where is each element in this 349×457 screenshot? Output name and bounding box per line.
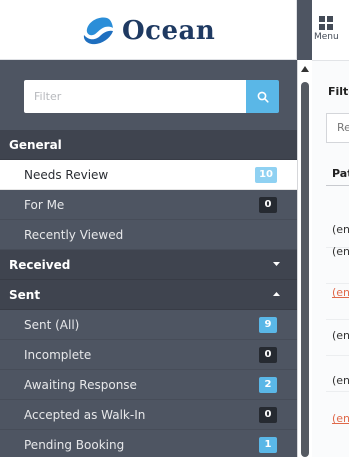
filter-input[interactable]	[24, 80, 246, 113]
row-divider	[326, 319, 349, 320]
sidebar-item-needs-review[interactable]: Needs Review 10	[0, 160, 305, 190]
sidebar-nav: General Needs Review 10 For Me 0 Recentl…	[0, 130, 305, 457]
section-label: Received	[9, 257, 71, 272]
sidebar-item-label: Incomplete	[24, 347, 92, 362]
logo-bar: Ocean	[0, 0, 297, 60]
sidebar-item-label: Recently Viewed	[24, 227, 124, 242]
logo-text: Ocean	[122, 16, 216, 46]
sidebar: Ocean General Needs Review 10 For Me 0 R…	[0, 0, 312, 457]
filter-search-button[interactable]	[246, 80, 279, 113]
content-filter-label: Filte	[328, 85, 349, 98]
sidebar-item-label: For Me	[24, 197, 65, 212]
sidebar-item-label: Sent (All)	[24, 317, 80, 332]
sidebar-item-label: Accepted as Walk-In	[24, 407, 146, 422]
table-row[interactable]: (en	[332, 286, 349, 299]
section-header-received[interactable]: Received	[0, 250, 297, 280]
scroll-up-arrow-icon[interactable]	[301, 66, 309, 72]
content-filter-field[interactable]: Re	[326, 113, 349, 143]
count-badge: 0	[259, 407, 277, 423]
count-badge: 0	[259, 197, 277, 213]
table-row[interactable]: (en	[332, 245, 349, 258]
row-divider	[326, 391, 349, 392]
sidebar-item-for-me[interactable]: For Me 0	[0, 190, 297, 220]
menu-label: Menu	[314, 32, 339, 42]
table-row[interactable]: (en	[332, 329, 349, 342]
sidebar-item-label: Pending Booking	[24, 437, 125, 452]
sidebar-item-sent-all[interactable]: Sent (All) 9	[0, 310, 297, 340]
search-icon	[257, 91, 269, 103]
scrollbar-thumb[interactable]	[301, 82, 309, 457]
table-row[interactable]: (en	[332, 412, 349, 425]
sidebar-item-incomplete[interactable]: Incomplete 0	[0, 340, 297, 370]
count-badge: 9	[259, 317, 277, 333]
sidebar-item-label: Needs Review	[24, 167, 109, 182]
caret-up-icon	[273, 292, 280, 296]
count-badge: 0	[259, 347, 277, 363]
row-divider	[326, 355, 349, 356]
sidebar-scrollbar[interactable]	[297, 60, 312, 457]
ocean-logo[interactable]: Ocean	[81, 15, 215, 47]
main-content: Filte Re Pat (en (en (en (en (en (en	[312, 60, 349, 457]
grid-icon	[319, 16, 333, 30]
menu-button[interactable]: Menu	[314, 16, 349, 42]
sidebar-item-recently-viewed[interactable]: Recently Viewed	[0, 220, 297, 250]
sidebar-item-label: Awaiting Response	[24, 377, 137, 392]
sidebar-item-awaiting-response[interactable]: Awaiting Response 2	[0, 370, 297, 400]
section-label: Sent	[9, 287, 41, 302]
ocean-wave-icon	[83, 17, 113, 45]
count-badge: 1	[259, 437, 277, 453]
row-divider	[326, 283, 349, 284]
sidebar-item-pending-booking[interactable]: Pending Booking 1	[0, 430, 297, 457]
table-row[interactable]: (en	[332, 374, 349, 387]
column-header-patient[interactable]: Pat	[332, 167, 349, 180]
section-header-sent[interactable]: Sent	[0, 280, 297, 310]
count-badge: 10	[255, 167, 277, 183]
section-header-general[interactable]: General	[0, 130, 297, 160]
table-row[interactable]: (en	[332, 223, 349, 236]
count-badge: 2	[259, 377, 277, 393]
section-label: General	[9, 137, 62, 152]
filter-bar	[24, 80, 279, 113]
sidebar-item-accepted-as-walk-in[interactable]: Accepted as Walk-In 0	[0, 400, 297, 430]
header-divider	[326, 185, 349, 186]
caret-down-icon	[273, 262, 280, 266]
